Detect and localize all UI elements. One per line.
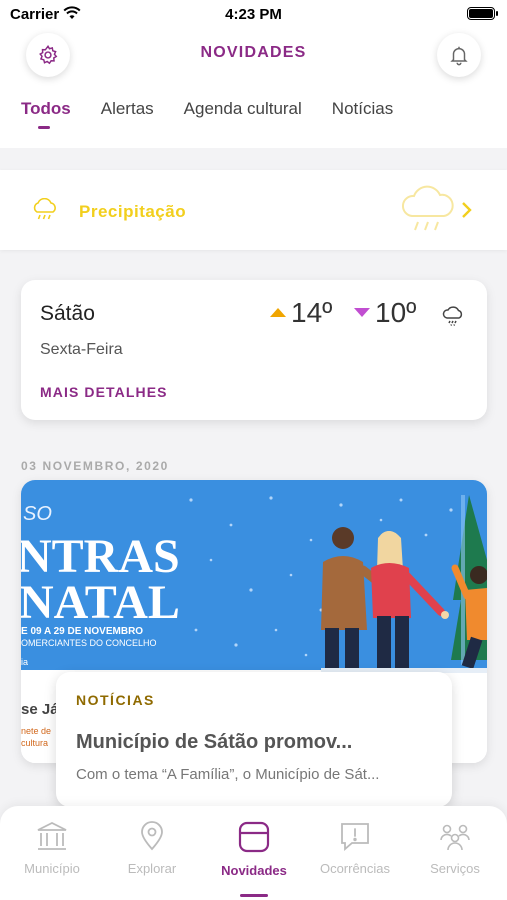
nav-item-servicos[interactable]: Serviços	[405, 820, 505, 876]
bottom-navigation: Município Explorar Novidades Ocorrências…	[0, 806, 507, 900]
poster-text-so: SO	[23, 503, 52, 525]
news-text-card[interactable]: NOTÍCIAS Município de Sátão promov... Co…	[56, 672, 452, 807]
nav-item-municipio[interactable]: Município	[2, 820, 102, 876]
weather-card[interactable]: Sátão Sexta-Feira MAIS DETALHES 14º 10º	[21, 280, 487, 420]
nav-item-ocorrencias[interactable]: Ocorrências	[305, 820, 405, 876]
news-category-badge: NOTÍCIAS	[76, 692, 155, 708]
news-date: 03 NOVEMBRO, 2020	[21, 459, 169, 473]
nav-label-explorar: Explorar	[127, 861, 177, 876]
nav-item-explorar[interactable]: Explorar	[102, 820, 202, 876]
category-tabs: Todos Alertas Agenda cultural Notícias	[21, 99, 423, 129]
max-temperature: 14º	[291, 297, 333, 328]
precipitation-label: Precipitação	[79, 202, 187, 221]
bell-icon	[450, 46, 468, 66]
weather-city: Sátão	[40, 302, 95, 325]
tab-todos[interactable]: Todos	[21, 99, 71, 129]
poster-text-dates: E 09 A 29 DE NOVEMBRO	[21, 626, 143, 637]
calendar-icon	[238, 821, 270, 853]
poster-text-merchants: OMERCIANTES DO CONCELHO	[21, 638, 157, 648]
building-icon	[37, 821, 67, 850]
nav-label-ocorrencias: Ocorrências	[319, 861, 391, 876]
max-temp-arrow-icon	[270, 308, 286, 317]
poster-text-ia: ia	[21, 657, 28, 667]
poster-text-small1: nete de	[21, 726, 51, 736]
poster-text-small2: cultura	[21, 738, 48, 748]
tab-noticias[interactable]: Notícias	[332, 99, 393, 119]
tab-alertas[interactable]: Alertas	[101, 99, 154, 119]
min-temp-arrow-icon	[354, 308, 370, 317]
precipitation-alert[interactable]: Precipitação	[0, 170, 507, 250]
nav-item-novidades[interactable]: Novidades	[204, 820, 304, 878]
rain-cloud-icon	[33, 198, 56, 220]
news-title: Município de Sátão promov...	[76, 731, 353, 753]
rain-cloud-watermark-icon	[402, 185, 454, 231]
weather-weekday: Sexta-Feira	[40, 341, 123, 358]
news-excerpt: Com o tema “A Família”, o Município de S…	[76, 766, 380, 783]
page-title: NOVIDADES	[200, 44, 307, 61]
chevron-right-icon	[462, 202, 472, 218]
tab-agenda-cultural[interactable]: Agenda cultural	[184, 99, 302, 119]
more-details-link[interactable]: MAIS DETALHES	[40, 384, 168, 400]
header: NOVIDADES Todos Alertas Agenda cultural …	[0, 30, 507, 148]
people-icon	[440, 824, 470, 851]
nav-label-municipio: Município	[24, 861, 80, 876]
min-temperature: 10º	[375, 297, 417, 328]
alert-message-icon	[341, 823, 369, 851]
nav-label-novidades: Novidades	[221, 863, 287, 878]
rain-cloud-icon	[442, 306, 463, 326]
map-pin-icon	[141, 821, 163, 851]
active-tab-indicator	[240, 894, 268, 897]
battery-icon	[467, 7, 498, 20]
clock: 4:23 PM	[225, 6, 282, 23]
notifications-button[interactable]	[437, 33, 481, 77]
status-bar: Carrier 4:23 PM	[0, 0, 507, 30]
poster-text-natal: NATAL	[21, 576, 180, 629]
nav-label-servicos: Serviços	[430, 861, 480, 876]
